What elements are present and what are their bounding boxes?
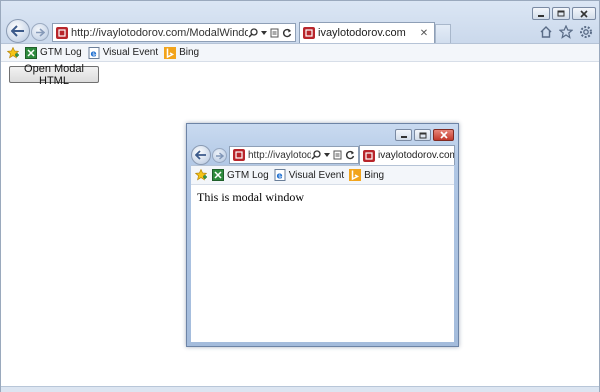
minimize-button[interactable] xyxy=(532,7,550,20)
address-tools xyxy=(248,27,295,38)
modal-close-button[interactable] xyxy=(433,129,454,141)
dropdown-arrow-icon[interactable] xyxy=(261,30,267,35)
add-favorites-star-icon[interactable] xyxy=(7,46,19,59)
home-icon[interactable] xyxy=(539,25,553,39)
tab-favicon-icon xyxy=(303,27,315,39)
close-icon xyxy=(580,9,588,18)
back-arrow-icon xyxy=(195,150,206,160)
new-tab-button[interactable] xyxy=(435,24,451,43)
minimize-icon xyxy=(400,136,407,138)
favorite-label: Bing xyxy=(364,169,385,181)
favorite-bing[interactable]: Bing xyxy=(164,46,200,59)
maximize-icon xyxy=(557,10,565,17)
modal-page-content: This is modal window xyxy=(191,184,454,342)
modal-address-tools xyxy=(311,150,358,160)
toolbar-right-icons xyxy=(539,24,593,39)
favorite-gtm-log[interactable]: GTM Log xyxy=(25,46,82,59)
open-modal-button[interactable]: Open Modal HTML xyxy=(9,63,99,87)
modal-address-url-text: http://ivaylotodo... xyxy=(248,149,311,161)
refresh-icon[interactable] xyxy=(282,28,292,38)
site-favicon-icon xyxy=(56,26,68,39)
dropdown-arrow-icon[interactable] xyxy=(324,153,330,157)
tab-ivaylotodorov[interactable]: ivaylotodorov.com ✕ xyxy=(299,22,435,43)
modal-forward-button[interactable] xyxy=(212,148,227,163)
favorite-label: GTM Log xyxy=(227,169,269,181)
favorites-star-icon[interactable] xyxy=(558,24,574,39)
address-url-text: http://ivaylotodorov.com/ModalWindow/Mod… xyxy=(71,26,248,39)
modal-body-text: This is modal window xyxy=(197,190,304,204)
modal-window-controls xyxy=(395,129,454,141)
modal-minimize-button[interactable] xyxy=(395,129,412,141)
modal-back-button[interactable] xyxy=(191,145,211,165)
favorites-bar: GTM Log e Visual Event Bing xyxy=(1,43,599,62)
minimize-icon xyxy=(538,14,544,17)
modal-browser-window: http://ivaylotodo... ivaylotodorov.com G… xyxy=(186,123,459,347)
close-icon xyxy=(439,131,448,139)
tab-title: ivaylotodorov.com xyxy=(318,27,406,39)
address-bar[interactable]: http://ivaylotodorov.com/ModalWindow/Mod… xyxy=(52,23,296,42)
refresh-icon[interactable] xyxy=(345,150,355,160)
modal-address-bar[interactable]: http://ivaylotodo... xyxy=(229,146,359,164)
svg-text:e: e xyxy=(276,172,282,182)
bottom-frame-edge xyxy=(1,386,599,392)
gtm-log-icon xyxy=(25,46,37,59)
search-icon[interactable] xyxy=(311,150,321,160)
modal-maximize-button[interactable] xyxy=(414,129,431,141)
favorite-visual-event[interactable]: e Visual Event xyxy=(88,46,159,59)
forward-button[interactable] xyxy=(31,23,49,41)
favorite-label: Bing xyxy=(179,47,200,58)
tab-close-icon[interactable]: ✕ xyxy=(418,28,430,39)
bing-icon xyxy=(349,169,362,181)
add-favorites-star-icon[interactable] xyxy=(195,169,207,181)
modal-favorites-bar: GTM Log e Visual Event Bing xyxy=(191,165,454,184)
visual-event-icon: e xyxy=(88,46,100,59)
close-window-button[interactable] xyxy=(572,7,596,20)
main-window-controls xyxy=(532,7,596,20)
favorite-label: Visual Event xyxy=(102,47,159,58)
svg-text:e: e xyxy=(90,49,96,59)
back-button[interactable] xyxy=(6,19,30,43)
compatibility-view-icon[interactable] xyxy=(270,28,279,38)
maximize-icon xyxy=(419,132,426,138)
modal-favorite-bing[interactable]: Bing xyxy=(349,169,384,181)
maximize-button[interactable] xyxy=(552,7,570,20)
settings-gear-icon[interactable] xyxy=(579,25,593,39)
modal-favorite-gtm-log[interactable]: GTM Log xyxy=(212,169,269,181)
visual-event-icon: e xyxy=(274,169,286,181)
modal-tab-ivaylotodorov[interactable]: ivaylotodorov.com xyxy=(359,145,455,165)
forward-arrow-icon xyxy=(36,27,45,37)
favorite-label: GTM Log xyxy=(40,47,82,58)
search-icon[interactable] xyxy=(248,27,258,38)
tab-favicon-icon xyxy=(363,149,375,162)
modal-tab-title: ivaylotodorov.com xyxy=(378,150,454,161)
bing-icon xyxy=(164,46,177,59)
gtm-log-icon xyxy=(212,169,224,181)
modal-favorite-visual-event[interactable]: e Visual Event xyxy=(274,169,344,181)
compatibility-view-icon[interactable] xyxy=(333,150,342,160)
back-arrow-icon xyxy=(11,25,24,37)
favorite-label: Visual Event xyxy=(288,169,345,181)
forward-arrow-icon xyxy=(216,151,224,160)
site-favicon-icon xyxy=(233,149,245,161)
